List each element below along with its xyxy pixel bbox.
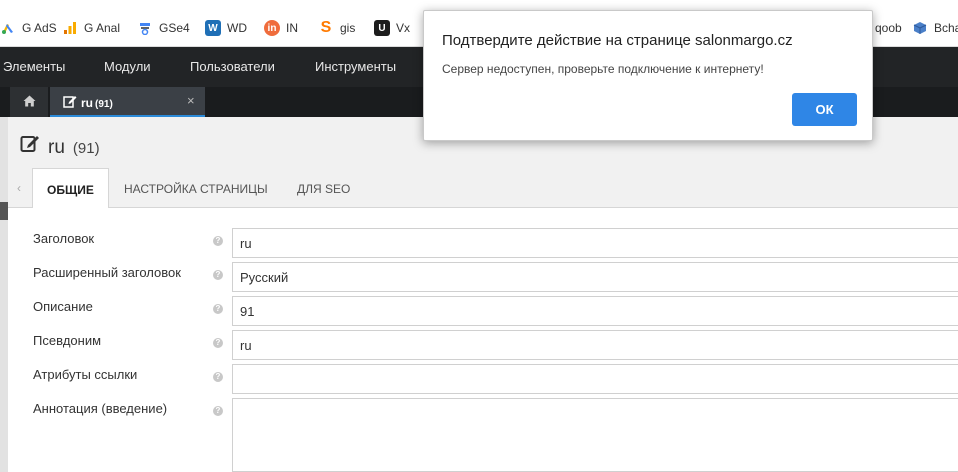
dialog-message: Сервер недоступен, проверьте подключение… xyxy=(442,62,764,76)
bookmark-label: qoob xyxy=(875,21,902,35)
left-edge-marker xyxy=(0,202,8,220)
field-label: Расширенный заголовок xyxy=(33,265,181,280)
bookmark-g-anal[interactable]: G Anal xyxy=(62,19,120,37)
analytics-icon xyxy=(62,20,78,36)
ok-button[interactable]: ОК xyxy=(792,93,857,126)
bookmark-vx[interactable]: U Vx xyxy=(374,19,410,37)
annotation-textarea[interactable] xyxy=(232,398,958,472)
nav-item-modules[interactable]: Модули xyxy=(104,59,151,74)
help-icon[interactable]: ? xyxy=(213,236,223,246)
dialog-title: Подтвердите действие на странице salonma… xyxy=(442,32,793,49)
help-icon[interactable]: ? xyxy=(213,338,223,348)
bookmark-label: gis xyxy=(340,21,356,35)
google-ads-icon xyxy=(0,20,16,36)
nav-item-elements[interactable]: Элементы xyxy=(3,59,65,74)
tab-general[interactable]: ОБЩИЕ xyxy=(32,168,109,209)
help-icon[interactable]: ? xyxy=(213,304,223,314)
bookmark-in[interactable]: in IN xyxy=(264,19,298,37)
title-input[interactable]: ru xyxy=(232,228,958,258)
bookmark-label: G Anal xyxy=(84,21,121,35)
document-tab-ru[interactable]: ru (91) × xyxy=(50,87,205,117)
description-input[interactable]: 91 xyxy=(232,296,958,326)
link-attributes-input[interactable] xyxy=(232,364,958,394)
cube-icon xyxy=(912,20,928,36)
field-label: Псевдоним xyxy=(33,333,102,348)
form-tabs: ‹ ОБЩИЕ НАСТРОЙКА СТРАНИЦЫ ДЛЯ SEO xyxy=(8,168,958,209)
document-tab-label: ru (91) xyxy=(81,96,113,110)
home-tab[interactable] xyxy=(10,87,48,117)
document-tab-count: (91) xyxy=(95,99,113,110)
field-label: Заголовок xyxy=(33,231,95,246)
search-console-icon xyxy=(137,20,153,36)
page-title: ru (91) xyxy=(20,133,100,159)
bookmark-label: G AdS xyxy=(22,21,57,35)
tab-page-settings[interactable]: НАСТРОЙКА СТРАНИЦЫ xyxy=(124,168,268,208)
document-tab-title: ru xyxy=(81,96,93,110)
tab-seo[interactable]: ДЛЯ SEO xyxy=(297,168,350,208)
bookmark-wd[interactable]: W WD xyxy=(205,19,247,37)
general-form: Заголовок ? ru Расширенный заголовок ? Р… xyxy=(8,208,958,472)
alias-input[interactable]: ru xyxy=(232,330,958,360)
gis-icon: S xyxy=(320,19,332,36)
help-icon[interactable]: ? xyxy=(213,372,223,382)
edit-icon xyxy=(63,94,77,111)
bookmark-gse4[interactable]: GSe4 xyxy=(137,19,190,37)
chevron-left-icon[interactable]: ‹ xyxy=(17,181,21,195)
bookmark-bcha[interactable]: Bcha xyxy=(912,19,958,37)
wd-icon: W xyxy=(205,20,221,36)
home-icon xyxy=(23,95,36,110)
page-title-count: (91) xyxy=(72,140,100,157)
close-icon[interactable]: × xyxy=(187,93,195,108)
content-panel: ru (91) ‹ ОБЩИЕ НАСТРОЙКА СТРАНИЦЫ ДЛЯ S… xyxy=(8,117,958,472)
bookmark-label: Vx xyxy=(396,21,411,35)
help-icon[interactable]: ? xyxy=(213,406,223,416)
bookmark-label: Bcha xyxy=(934,21,958,35)
in-icon: in xyxy=(264,20,280,36)
bookmark-qoob[interactable]: qoob xyxy=(875,19,902,37)
nav-item-tools[interactable]: Инструменты xyxy=(315,59,396,74)
help-icon[interactable]: ? xyxy=(213,270,223,280)
bookmark-g-ads[interactable]: G AdS xyxy=(0,19,57,37)
edit-icon xyxy=(20,133,40,156)
bookmark-label: IN xyxy=(286,21,298,35)
field-label: Атрибуты ссылки xyxy=(33,367,138,382)
left-edge xyxy=(0,117,8,472)
field-label: Описание xyxy=(33,299,93,314)
page-title-name: ru xyxy=(48,137,65,158)
bookmark-label: GSe4 xyxy=(159,21,190,35)
bookmark-gis[interactable]: S gis xyxy=(318,19,356,37)
nav-item-users[interactable]: Пользователи xyxy=(190,59,275,74)
confirm-dialog: Подтвердите действие на странице salonma… xyxy=(423,10,873,141)
bookmark-label: WD xyxy=(227,21,247,35)
vx-icon: U xyxy=(374,20,390,36)
field-label: Аннотация (введение) xyxy=(33,401,168,416)
extended-title-input[interactable]: Русский xyxy=(232,262,958,292)
